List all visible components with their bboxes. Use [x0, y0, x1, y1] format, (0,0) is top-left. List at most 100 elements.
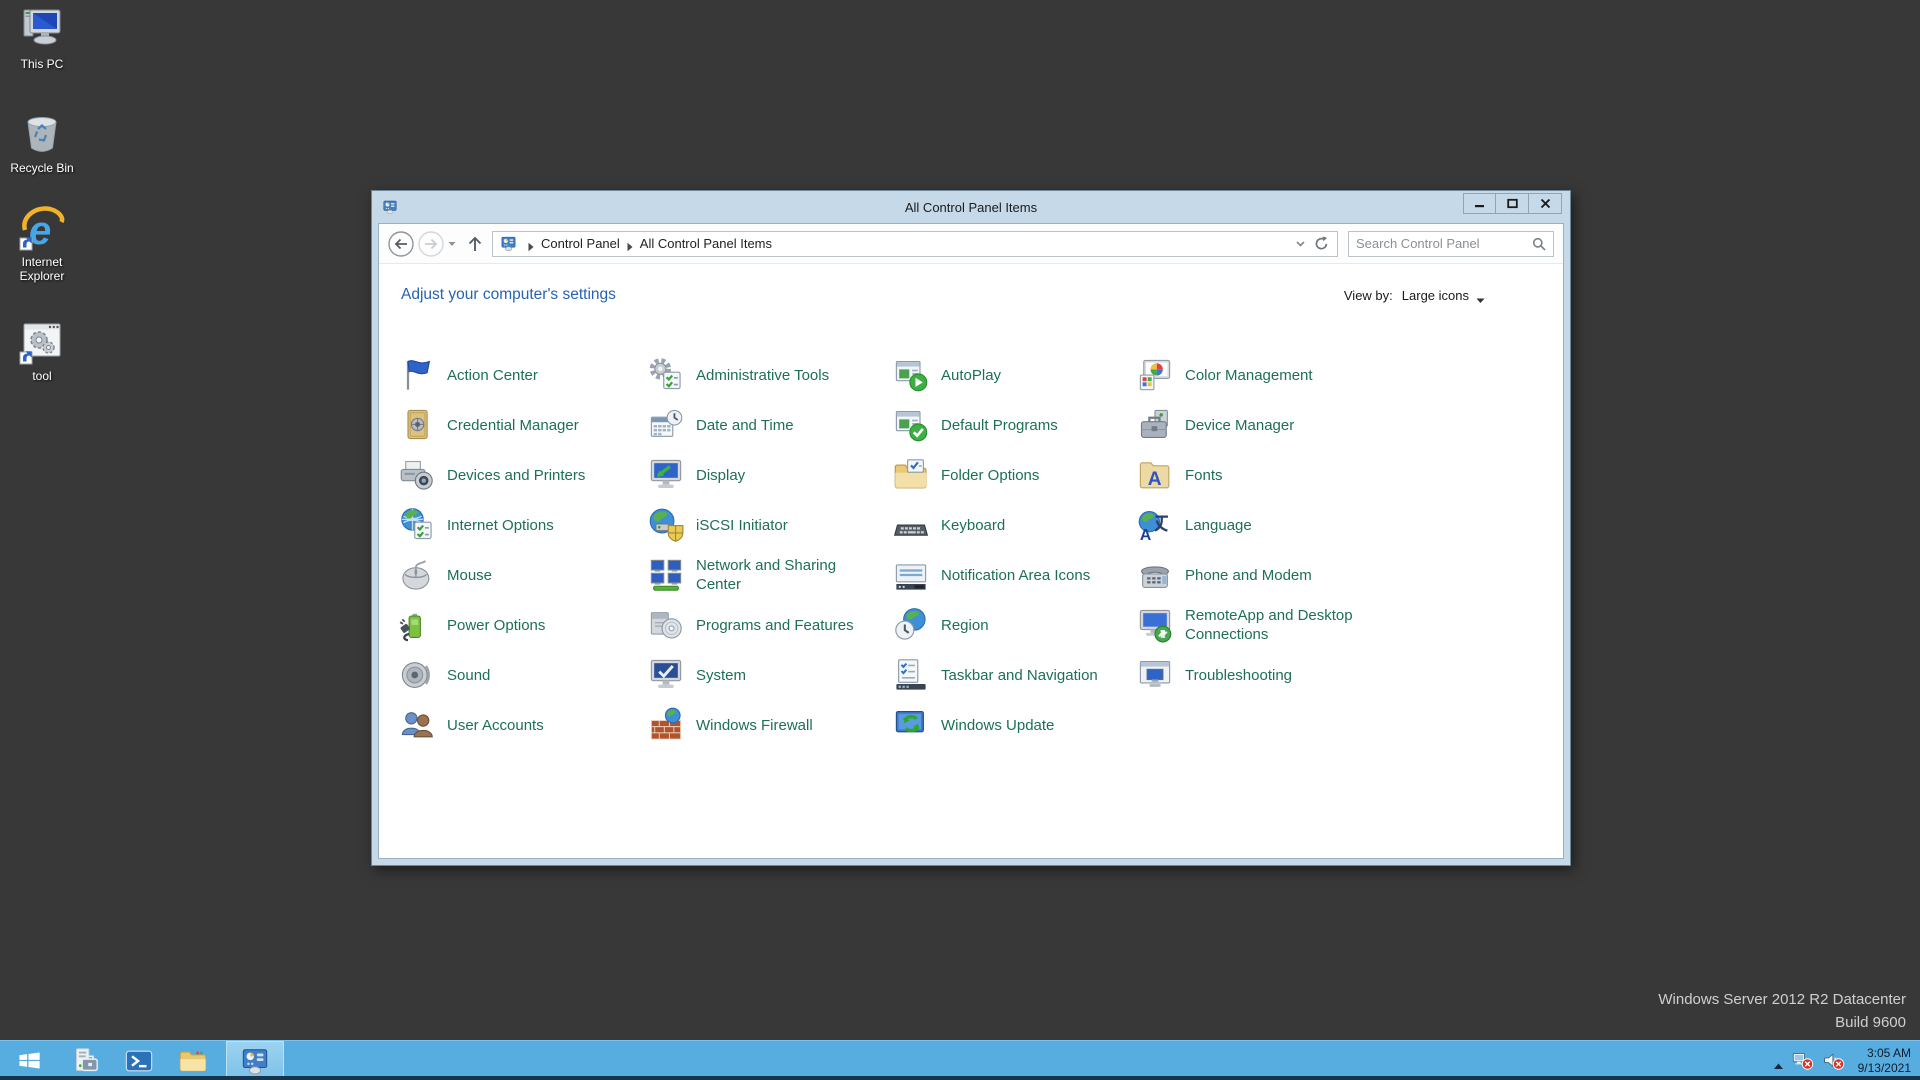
address-bar[interactable]: Control Panel All Control Panel Items: [492, 231, 1338, 257]
cpl-item-credential-manager[interactable]: Credential Manager: [399, 407, 648, 443]
cpl-item-label: Windows Firewall: [696, 716, 813, 735]
phone-and-modem-icon: [1137, 557, 1173, 593]
desktop-icon-recycle-bin[interactable]: Recycle Bin: [2, 110, 82, 175]
cpl-item-display[interactable]: Display: [648, 457, 893, 493]
taskbar-button-server-manager[interactable]: [58, 1041, 112, 1080]
maximize-button[interactable]: [1496, 193, 1529, 214]
up-button[interactable]: [465, 234, 485, 254]
cpl-item-label: Date and Time: [696, 416, 794, 435]
server-manager-icon: [70, 1046, 100, 1076]
cpl-item-autoplay[interactable]: AutoPlay: [893, 357, 1137, 393]
taskbar: 3:05 AM 9/13/2021: [0, 1040, 1920, 1080]
windows-logo-icon: [16, 1047, 43, 1074]
notification-area-icons-icon: [893, 557, 929, 593]
cpl-item-programs-and-features[interactable]: Programs and Features: [648, 607, 893, 643]
cpl-item-remoteapp-and-desktop-connections[interactable]: RemoteApp and Desktop Connections: [1137, 606, 1379, 644]
devices-and-printers-icon: [399, 457, 435, 493]
folder-options-icon: [893, 457, 929, 493]
cpl-item-folder-options[interactable]: Folder Options: [893, 457, 1137, 493]
cpl-item-devices-and-printers[interactable]: Devices and Printers: [399, 457, 648, 493]
cpl-item-label: Network and Sharing Center: [696, 556, 878, 594]
recycle-bin-icon: [18, 110, 66, 158]
cpl-item-language[interactable]: ALanguage: [1137, 507, 1379, 543]
cpl-item-region[interactable]: Region: [893, 607, 1137, 643]
breadcrumb-item-control-panel[interactable]: Control Panel: [541, 236, 620, 251]
desktop-icon-tool[interactable]: tool: [2, 318, 82, 383]
cpl-item-label: Power Options: [447, 616, 545, 635]
forward-button[interactable]: [418, 231, 444, 257]
network-sharing-center-icon: [648, 557, 684, 593]
refresh-icon[interactable]: [1314, 236, 1329, 251]
taskbar-button-control-panel[interactable]: [226, 1041, 284, 1080]
cpl-item-sound[interactable]: Sound: [399, 657, 648, 693]
cpl-item-date-and-time[interactable]: Date and Time: [648, 407, 893, 443]
cpl-item-system[interactable]: System: [648, 657, 893, 693]
window-titlebar[interactable]: All Control Panel Items: [372, 191, 1570, 223]
start-button[interactable]: [0, 1041, 58, 1080]
cpl-item-default-programs[interactable]: Default Programs: [893, 407, 1137, 443]
cpl-item-label: AutoPlay: [941, 366, 1001, 385]
search-box[interactable]: [1348, 231, 1554, 257]
cpl-item-windows-firewall[interactable]: Windows Firewall: [648, 707, 893, 743]
cpl-item-windows-update[interactable]: Windows Update: [893, 707, 1137, 743]
cpl-item-color-management[interactable]: Color Management: [1137, 357, 1379, 393]
clock-time: 3:05 AM: [1858, 1046, 1911, 1061]
windows-firewall-icon: [648, 707, 684, 743]
sound-icon: [399, 657, 435, 693]
cpl-item-iscsi-initiator[interactable]: iSCSI Initiator: [648, 507, 893, 543]
remoteapp-icon: [1137, 607, 1173, 643]
cpl-item-label: Fonts: [1185, 466, 1223, 485]
breadcrumb-chevron-icon[interactable]: [626, 239, 634, 249]
network-status-icon[interactable]: [1791, 1049, 1815, 1073]
system-tray: 3:05 AM 9/13/2021: [1773, 1041, 1920, 1080]
taskbar-clock[interactable]: 3:05 AM 9/13/2021: [1858, 1046, 1911, 1076]
search-input[interactable]: [1356, 236, 1532, 251]
back-button[interactable]: [388, 231, 414, 257]
cpl-item-label: Notification Area Icons: [941, 566, 1090, 585]
cpl-item-label: Internet Options: [447, 516, 554, 535]
cpl-item-label: User Accounts: [447, 716, 544, 735]
cpl-item-device-manager[interactable]: Device Manager: [1137, 407, 1379, 443]
desktop-icon-label: Internet Explorer: [2, 255, 82, 283]
cpl-item-label: Color Management: [1185, 366, 1313, 385]
minimize-button[interactable]: [1463, 193, 1496, 214]
view-by-dropdown[interactable]: Large icons: [1402, 288, 1485, 303]
close-button[interactable]: [1529, 193, 1562, 214]
cpl-item-label: Mouse: [447, 566, 492, 585]
internet-options-icon: [399, 507, 435, 543]
window-body: Control PanelAll Control Panel Items Adj…: [378, 223, 1564, 859]
cpl-item-network-and-sharing-center[interactable]: Network and Sharing Center: [648, 556, 893, 594]
show-hidden-icons-icon[interactable]: [1773, 1057, 1784, 1065]
desktop-icon-internet-explorer[interactable]: eInternet Explorer: [2, 204, 82, 283]
cpl-item-phone-and-modem[interactable]: Phone and Modem: [1137, 557, 1379, 593]
action-center-icon: [399, 357, 435, 393]
system-icon: [648, 657, 684, 693]
color-management-icon: [1137, 357, 1173, 393]
taskbar-button-file-explorer[interactable]: [166, 1041, 220, 1080]
default-programs-icon: [893, 407, 929, 443]
administrative-tools-icon: [648, 357, 684, 393]
cpl-item-user-accounts[interactable]: User Accounts: [399, 707, 648, 743]
taskbar-button-powershell[interactable]: [112, 1041, 166, 1080]
recent-pages-dropdown-icon[interactable]: [447, 239, 457, 249]
cpl-item-keyboard[interactable]: Keyboard: [893, 507, 1137, 543]
cpl-item-power-options[interactable]: Power Options: [399, 607, 648, 643]
cpl-item-internet-options[interactable]: Internet Options: [399, 507, 648, 543]
search-icon[interactable]: [1532, 237, 1546, 251]
breadcrumb-item-all-control-panel-items[interactable]: All Control Panel Items: [640, 236, 772, 251]
volume-status-icon[interactable]: [1822, 1049, 1846, 1073]
desktop-icon-this-pc[interactable]: This PC: [2, 6, 82, 71]
breadcrumb-chevron-icon[interactable]: [527, 239, 535, 249]
cpl-item-troubleshooting[interactable]: Troubleshooting: [1137, 657, 1379, 693]
iscsi-initiator-icon: [648, 507, 684, 543]
cpl-item-action-center[interactable]: Action Center: [399, 357, 648, 393]
taskbar-navigation-icon: [893, 657, 929, 693]
cpl-item-taskbar-and-navigation[interactable]: Taskbar and Navigation: [893, 657, 1137, 693]
cpl-item-fonts[interactable]: AFonts: [1137, 457, 1379, 493]
cpl-item-mouse[interactable]: Mouse: [399, 557, 648, 593]
clock-date: 9/13/2021: [1858, 1061, 1911, 1076]
address-dropdown-icon[interactable]: [1294, 237, 1307, 250]
cpl-item-label: Credential Manager: [447, 416, 579, 435]
cpl-item-administrative-tools[interactable]: Administrative Tools: [648, 357, 893, 393]
cpl-item-notification-area-icons[interactable]: Notification Area Icons: [893, 557, 1137, 593]
